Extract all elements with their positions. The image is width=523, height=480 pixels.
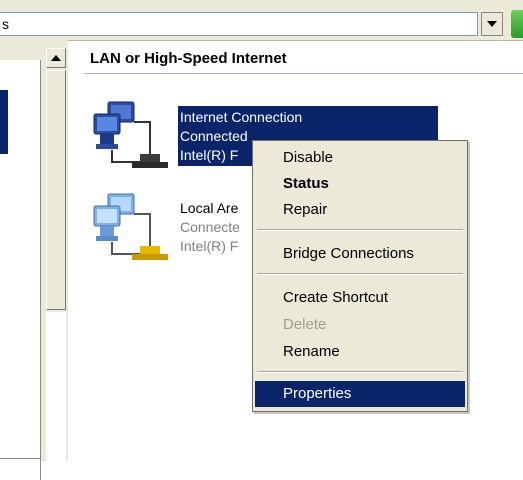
connection-status: Connecte <box>180 219 240 235</box>
chevron-down-icon <box>487 21 497 27</box>
menu-item-status[interactable]: Status <box>255 171 465 197</box>
scroll-up-button[interactable] <box>46 48 66 68</box>
group-header: LAN or High-Speed Internet <box>90 50 287 67</box>
left-pane <box>0 40 68 480</box>
network-connection-icon[interactable] <box>92 192 172 268</box>
folder-tree-pane <box>0 60 41 480</box>
menu-item-disable[interactable]: Disable <box>255 145 465 171</box>
scrollbar-thumb[interactable] <box>46 70 66 310</box>
menu-item-repair[interactable]: Repair <box>255 197 465 223</box>
go-button[interactable] <box>511 10 523 38</box>
menu-item-rename[interactable]: Rename <box>255 339 465 365</box>
menu-item-properties[interactable]: Properties <box>255 381 465 407</box>
menu-separator <box>257 371 463 373</box>
menu-separator <box>257 273 463 275</box>
connection-device: Intel(R) F <box>180 238 239 254</box>
menu-item-delete[interactable]: Delete <box>255 312 465 338</box>
network-connection-icon[interactable] <box>92 100 172 176</box>
pane-divider <box>0 458 40 459</box>
address-bar: s <box>0 0 523 41</box>
menu-item-bridge-connections[interactable]: Bridge Connections <box>255 241 465 267</box>
connection-name: Internet Connection <box>180 109 303 125</box>
scroll-up-arrow-icon <box>51 55 61 61</box>
tree-selection-highlight <box>0 90 8 154</box>
group-header-divider <box>84 73 523 74</box>
menu-item-create-shortcut[interactable]: Create Shortcut <box>255 285 465 311</box>
address-input[interactable]: s <box>0 12 478 36</box>
address-dropdown-button[interactable] <box>481 12 503 36</box>
context-menu: Disable Status Repair Bridge Connections… <box>252 140 468 412</box>
menu-separator <box>257 229 463 231</box>
connection-item-local-area[interactable]: Local Are Connecte Intel(R) F <box>180 199 240 256</box>
connection-name: Local Are <box>180 200 239 216</box>
scrollbar-track[interactable] <box>46 312 66 461</box>
